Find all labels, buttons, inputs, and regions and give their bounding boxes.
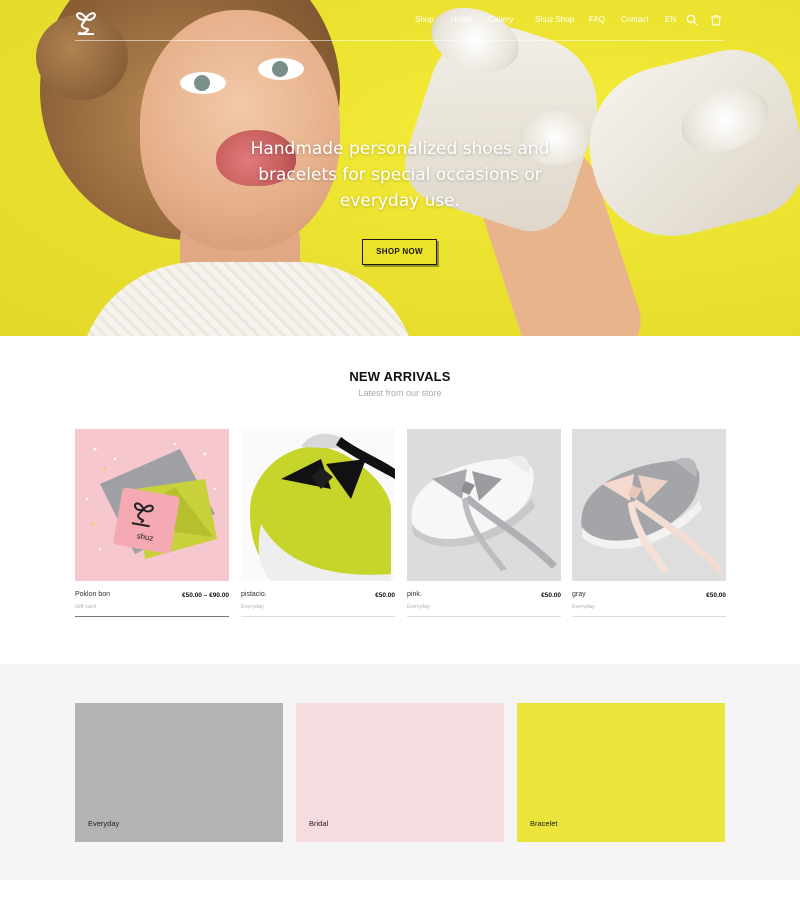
product-price: €50.00 — [706, 592, 726, 599]
product-underline — [572, 616, 726, 617]
nav-item-faq[interactable]: FAQ — [589, 15, 605, 24]
language-switcher[interactable]: EN — [665, 15, 676, 24]
product-underline — [407, 616, 561, 617]
search-icon[interactable] — [686, 14, 698, 26]
product-category[interactable]: Everyday — [572, 604, 595, 610]
category-tile-everyday[interactable]: Everyday — [75, 703, 283, 842]
product-name[interactable]: pink. — [407, 591, 422, 598]
gift-card-illustration: shuz — [85, 442, 217, 559]
product-category[interactable]: Everyday — [241, 604, 264, 610]
product-category[interactable]: Everyday — [407, 604, 430, 610]
product-image-pink[interactable] — [407, 429, 561, 581]
nav-item-home[interactable]: Home — [451, 15, 472, 24]
category-label: Everyday — [88, 819, 120, 828]
hero-model-face — [140, 10, 340, 250]
product-image-gift-card[interactable]: shuz — [75, 429, 229, 581]
product-price: €50.00 — [375, 592, 395, 599]
product-card[interactable]: pink. €50.00 Everyday — [407, 429, 561, 619]
product-card[interactable]: gray €50.00 Everyday — [572, 429, 726, 619]
nav-item-shuz-shop[interactable]: Shuz Shop — [535, 15, 574, 24]
product-image-pistacio[interactable] — [241, 429, 395, 581]
header-divider — [75, 40, 725, 41]
pink-shoe-illustration — [411, 455, 557, 571]
category-tile-bracelet[interactable]: Bracelet — [517, 703, 725, 842]
category-label: Bridal — [309, 819, 329, 828]
product-name[interactable]: pistacio. — [241, 591, 267, 598]
hero-model-eye-right — [258, 58, 304, 80]
category-label: Bracelet — [530, 819, 558, 828]
product-underline — [241, 616, 395, 617]
product-price: €50.00 — [541, 592, 561, 599]
product-underline — [75, 616, 229, 617]
product-card[interactable]: shuz Poklon bon €50.00 – €90.00 Gift car… — [75, 429, 229, 619]
gray-shoe-illustration — [581, 457, 724, 574]
cart-icon[interactable] — [710, 14, 722, 26]
main-nav: Shop Home Gallery Shuz Shop FAQ Contact … — [0, 15, 800, 29]
shop-now-button[interactable]: SHOP NOW — [362, 239, 437, 265]
hero-model-eye-left — [180, 72, 226, 94]
hero-banner: Shop Home Gallery Shuz Shop FAQ Contact … — [0, 0, 800, 336]
product-image-gray[interactable] — [572, 429, 726, 581]
product-category[interactable]: Gift card — [75, 604, 96, 610]
new-arrivals-title: NEW ARRIVALS — [349, 369, 451, 384]
product-price: €50.00 – €90.00 — [182, 592, 229, 599]
product-name[interactable]: gray — [572, 591, 586, 598]
new-arrivals-subtitle: Latest from our store — [358, 388, 442, 398]
footer-spacer — [0, 880, 800, 900]
nav-item-contact[interactable]: Contact — [621, 15, 649, 24]
category-tile-bridal[interactable]: Bridal — [296, 703, 504, 842]
product-card[interactable]: pistacio. €50.00 Everyday — [241, 429, 395, 619]
hero-model-sweater — [78, 262, 418, 336]
nav-item-gallery[interactable]: Gallery — [488, 15, 513, 24]
hero-headline: Handmade personalized shoes and bracelet… — [250, 139, 550, 211]
pistacio-shoe-illustration — [250, 433, 395, 581]
nav-item-shop[interactable]: Shop — [415, 15, 434, 24]
product-name[interactable]: Poklon bon — [75, 591, 110, 598]
